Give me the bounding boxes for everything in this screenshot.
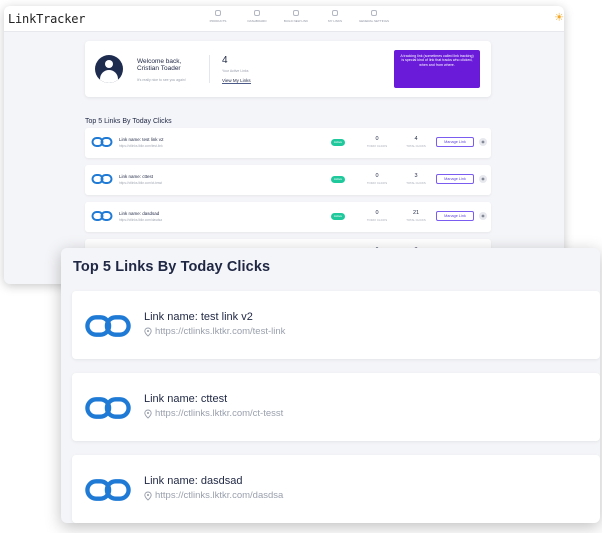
zoomed-link-row[interactable]: Link name: test link v2 https://ctlinks.… [72,291,600,359]
today-clicks: 0 TODAY CLICKS [366,136,388,148]
chain-link-icon [85,397,131,419]
location-pin-icon [144,327,152,337]
welcome-greeting: Welcome back, Cristian Toader [137,58,182,72]
chain-link-icon [91,137,113,147]
chain-link-icon [91,174,113,184]
link-name: Link name: test link v2 [144,311,253,323]
link-url[interactable]: https://ctlinks.lktkr.com/ct-tesst [144,408,283,419]
view-my-links-link[interactable]: View My Links [222,78,251,84]
status-badge: Active [331,176,345,183]
brand-logo[interactable]: LinkTracker [8,12,85,26]
link-url[interactable]: https://ctlinks.lktkr.com/dasdsa [119,218,162,222]
link-url[interactable]: https://ctlinks.lktkr.com/test-link [144,326,285,337]
nav-item-general-settings[interactable]: GENERAL SETTINGS [356,10,392,23]
today-clicks: 0 TODAY CLICKS [366,173,388,185]
nav-item-build-new-link[interactable]: BUILD NEW LINK [278,10,314,23]
active-links-count: 4 [222,55,228,66]
avatar [95,55,123,83]
today-clicks: 0 TODAY CLICKS [366,210,388,222]
divider [209,55,210,83]
manage-link-button[interactable]: Manage Link [436,211,474,221]
tracking-link-tip: A tracking link (sometimes called link t… [394,50,480,88]
total-clicks: 21 TOTAL CLICKS [406,210,426,222]
total-clicks: 3 TOTAL CLICKS [406,173,426,185]
gear-icon [371,10,377,16]
link-row: Link name: cttest https://ctlinks.lktkr.… [85,165,491,195]
status-badge: Active [331,139,345,146]
home-icon [215,10,221,16]
location-pin-icon [144,491,152,501]
nav-item-my-links[interactable]: MY LINKS [317,10,353,23]
manage-link-button[interactable]: Manage Link [436,174,474,184]
link-row: Link name: dasdsad https://ctlinks.lktkr… [85,202,491,232]
chain-link-icon [85,479,131,501]
link-url[interactable]: https://ctlinks.lktkr.com/ct-tesst [119,181,162,185]
avatar-user-icon [105,60,113,68]
link-url[interactable]: https://ctlinks.lktkr.com/test-link [119,144,163,148]
link-name: Link name: test link v2 [119,137,164,142]
link-name: Link name: cttest [144,393,228,405]
link-row: Link name: test link v2 https://ctlinks.… [85,128,491,158]
link-url[interactable]: https://ctlinks.lktkr.com/dasdsa [144,490,283,501]
status-badge: Active [331,213,345,220]
location-pin-icon [144,409,152,419]
main-nav: PRODUCTS DASHBOARD BUILD NEW LINK MY LIN… [200,10,395,23]
zoomed-section-title: Top 5 Links By Today Clicks [73,259,271,275]
nav-item-products[interactable]: PRODUCTS [200,10,236,23]
link-icon [332,10,338,16]
manage-link-button[interactable]: Manage Link [436,137,474,147]
link-name: Link name: dasdsad [119,211,160,216]
theme-toggle-sun-icon[interactable]: ☀ [554,11,564,24]
welcome-card: Welcome back, Cristian Toader It's reall… [85,41,491,97]
chain-link-icon [91,211,113,221]
active-links-label: Your Active Links [222,69,249,73]
plus-icon [293,10,299,16]
zoomed-link-row[interactable]: Link name: dasdsad https://ctlinks.lktkr… [72,455,600,523]
eye-icon[interactable]: ◉ [479,212,487,220]
chain-link-icon [85,315,131,337]
welcome-subtext: It's really nice to see you again! [137,78,186,82]
zoomed-link-row[interactable]: Link name: cttest https://ctlinks.lktkr.… [72,373,600,441]
link-name: Link name: cttest [119,174,154,179]
dashboard-icon [254,10,260,16]
eye-icon[interactable]: ◉ [479,175,487,183]
eye-icon[interactable]: ◉ [479,138,487,146]
top-navbar: LinkTracker PRODUCTS DASHBOARD BUILD NEW… [4,6,564,32]
nav-item-dashboard[interactable]: DASHBOARD [239,10,275,23]
link-name: Link name: dasdsad [144,475,243,487]
total-clicks: 4 TOTAL CLICKS [406,136,426,148]
zoomed-top-links-panel: Top 5 Links By Today Clicks Link name: t… [61,248,600,523]
dashboard-window: LinkTracker PRODUCTS DASHBOARD BUILD NEW… [4,6,564,284]
section-title: Top 5 Links By Today Clicks [85,118,172,125]
